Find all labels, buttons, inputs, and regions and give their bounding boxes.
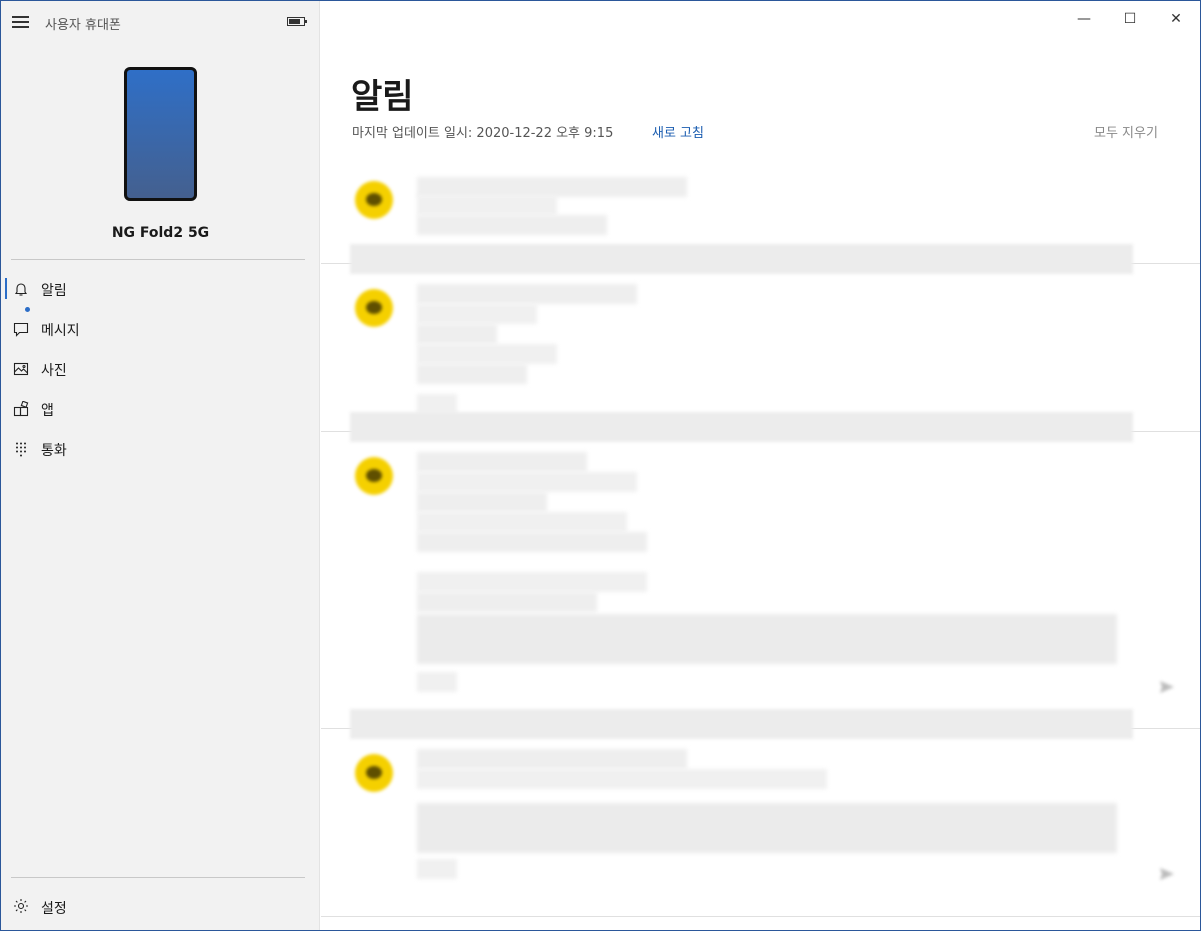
notification-item[interactable]	[321, 432, 1200, 739]
photo-icon	[13, 362, 29, 376]
sidebar-item-label: 사진	[41, 363, 67, 379]
blurred-content	[417, 769, 827, 789]
app-title: 사용자 휴대폰	[45, 18, 121, 33]
sidebar-item-photos[interactable]: 사진	[1, 349, 320, 389]
notification-item[interactable]	[321, 729, 1200, 917]
gear-icon	[14, 899, 28, 913]
notification-item[interactable]	[321, 161, 1200, 274]
blurred-content	[417, 284, 637, 304]
sidebar-item-messages[interactable]: 메시지	[1, 307, 320, 349]
settings-label: 설정	[41, 901, 67, 917]
main-content: — ☐ ✕ 알림 마지막 업데이트 일시: 2020-12-22 오후 9:15…	[321, 1, 1200, 930]
sidebar-item-label: 앱	[41, 403, 54, 419]
unread-badge	[25, 307, 30, 312]
app-icon	[355, 457, 393, 495]
clear-all-button[interactable]: 모두 지우기	[1094, 122, 1158, 141]
sidebar-item-label: 메시지	[41, 323, 80, 339]
battery-icon	[287, 17, 307, 26]
refresh-link[interactable]: 새로 고침	[652, 122, 704, 141]
sidebar-item-settings[interactable]: 설정	[1, 887, 320, 927]
maximize-button[interactable]: ☐	[1107, 5, 1153, 33]
send-icon[interactable]	[1159, 680, 1175, 694]
blurred-content	[417, 344, 557, 364]
sidebar-divider-bottom	[11, 877, 305, 878]
close-button[interactable]: ✕	[1153, 5, 1199, 33]
blurred-content	[417, 859, 457, 879]
blurred-content	[417, 195, 557, 215]
last-updated-text: 마지막 업데이트 일시: 2020-12-22 오후 9:15	[352, 126, 614, 141]
send-icon[interactable]	[1159, 867, 1175, 881]
app-icon	[355, 754, 393, 792]
blurred-content	[417, 532, 647, 552]
blurred-content	[417, 472, 637, 492]
minimize-button[interactable]: —	[1061, 5, 1107, 33]
blurred-content	[417, 394, 457, 414]
blurred-content	[417, 592, 597, 612]
sidebar-item-apps[interactable]: 앱	[1, 389, 320, 429]
blurred-content	[417, 512, 627, 532]
phone-image	[124, 67, 197, 201]
app-icon	[355, 289, 393, 327]
bell-icon	[14, 283, 28, 296]
sidebar-item-label: 알림	[41, 283, 67, 299]
reply-input[interactable]	[417, 614, 1117, 664]
dialpad-icon	[16, 442, 26, 457]
sidebar-nav: 알림 메시지 사진 앱 통화	[1, 269, 320, 469]
apps-icon	[13, 401, 29, 417]
notification-item[interactable]	[321, 264, 1200, 442]
blurred-content	[417, 177, 687, 197]
device-name: NG Fold2 5G	[111, 225, 210, 241]
app-icon	[355, 181, 393, 219]
sidebar-item-label: 통화	[41, 443, 67, 459]
blurred-content	[417, 452, 587, 472]
sidebar: 사용자 휴대폰 NG Fold2 5G 알림 메시지 사진 앱 통화 설정	[1, 1, 320, 930]
sidebar-item-notifications[interactable]: 알림	[1, 269, 320, 309]
app-window: 사용자 휴대폰 NG Fold2 5G 알림 메시지 사진 앱 통화 설정 — …	[0, 0, 1201, 931]
hamburger-menu-icon[interactable]	[12, 16, 29, 28]
blurred-content	[417, 572, 647, 592]
sidebar-divider	[11, 259, 305, 260]
blurred-content	[417, 304, 537, 324]
reply-input[interactable]	[417, 803, 1117, 853]
sidebar-topbar: 사용자 휴대폰	[1, 1, 320, 43]
blurred-content	[417, 749, 687, 769]
blurred-content	[417, 364, 527, 384]
blurred-content	[417, 215, 607, 235]
page-title: 알림	[351, 77, 414, 117]
blurred-content	[417, 324, 497, 344]
blurred-content	[417, 672, 457, 692]
message-icon	[13, 322, 29, 337]
blurred-content	[417, 492, 547, 512]
sidebar-item-calls[interactable]: 통화	[1, 429, 320, 469]
